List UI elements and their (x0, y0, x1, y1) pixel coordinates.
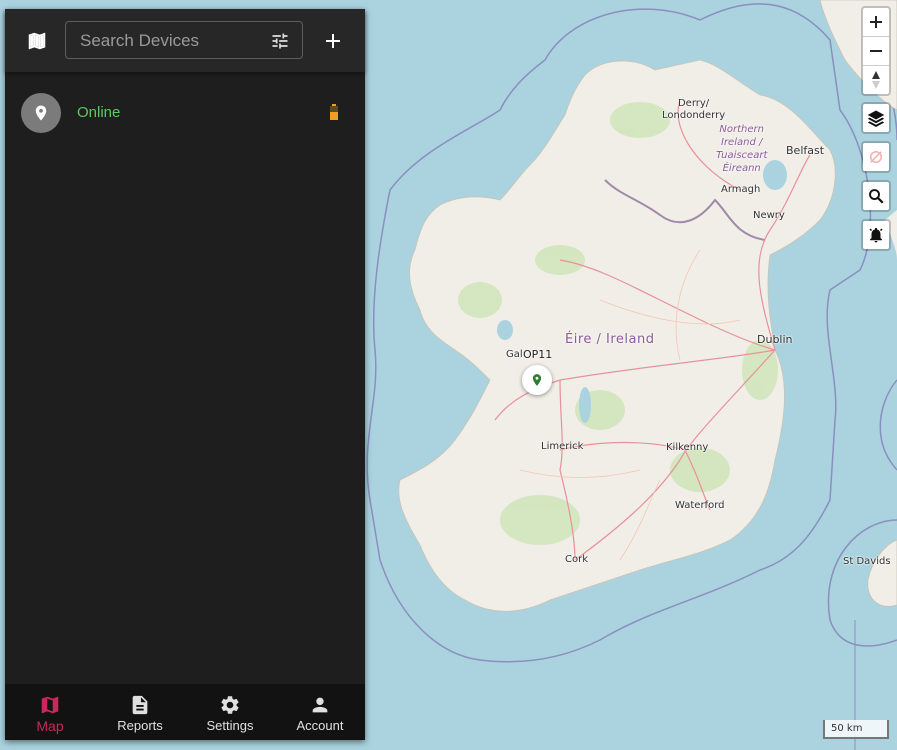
map-label-northern-ireland: Northern Ireland / Tuaisceart Éireann (716, 124, 768, 174)
notifications-button[interactable] (863, 221, 889, 249)
nav-account[interactable]: Account (275, 684, 365, 740)
gear-icon (221, 696, 239, 714)
zoom-out-button[interactable] (863, 36, 889, 65)
layers-icon (867, 110, 885, 127)
nav-account-label: Account (296, 718, 344, 733)
device-marker-label: OP11 (523, 348, 553, 361)
zoom-in-button[interactable] (863, 8, 889, 36)
layers-button[interactable] (863, 104, 889, 132)
bottom-navigation: Map Reports Settings Account (5, 684, 365, 740)
map-icon (28, 32, 46, 50)
device-status: Online (77, 104, 121, 121)
map-label-galway: Gal (506, 349, 523, 360)
map-label-derry: Derry/Londonderry (662, 98, 726, 121)
reports-icon (132, 695, 148, 715)
bell-icon (869, 227, 883, 243)
geofence-toggle-button[interactable] (863, 143, 889, 171)
device-list-item[interactable]: Online (5, 72, 365, 152)
map-label-kilkenny: Kilkenny (666, 442, 709, 453)
minus-icon (870, 50, 882, 52)
nav-map[interactable]: Map (5, 684, 95, 740)
devices-toolbar (5, 9, 365, 72)
geofence-control (861, 141, 891, 173)
nav-reports[interactable]: Reports (95, 684, 185, 740)
nav-settings-label: Settings (206, 718, 254, 733)
map-search-button[interactable] (863, 182, 889, 210)
map-label-newry: Newry (753, 210, 785, 221)
map-label-dublin: Dublin (757, 333, 793, 346)
nav-reports-label: Reports (117, 718, 163, 733)
nav-map-label: Map (36, 718, 64, 734)
location-disabled-icon (870, 151, 882, 163)
search-field (65, 21, 303, 60)
map-label-cork: Cork (565, 554, 589, 565)
map-label-waterford: Waterford (675, 500, 725, 511)
device-avatar (21, 93, 61, 133)
map-toggle-button[interactable] (23, 27, 51, 55)
add-device-button[interactable] (321, 29, 345, 53)
map-label-limerick: Limerick (541, 441, 584, 452)
account-icon (312, 697, 328, 713)
search-icon (869, 189, 884, 204)
layers-control (861, 102, 891, 134)
filter-settings-icon[interactable] (270, 31, 290, 51)
compass-button[interactable] (863, 65, 889, 94)
notifications-control (861, 219, 891, 251)
battery-icon (330, 104, 338, 120)
zoom-controls (861, 6, 891, 96)
map-scale: 50 km (823, 720, 889, 739)
device-marker[interactable] (522, 365, 552, 395)
map-label-ireland: Éire / Ireland (565, 332, 655, 347)
map-label-armagh: Armagh (721, 184, 761, 195)
map-label-st-davids: St Davids (843, 556, 891, 567)
devices-panel: Online Map Reports Settings Account (5, 9, 365, 740)
map-pin-icon (532, 374, 542, 386)
compass-icon (872, 71, 880, 89)
map-label-belfast: Belfast (786, 144, 825, 157)
nav-settings[interactable]: Settings (185, 684, 275, 740)
plus-icon (870, 16, 882, 28)
map-icon (41, 696, 59, 714)
search-control (861, 180, 891, 212)
search-input[interactable] (78, 22, 262, 60)
location-pin-icon (35, 105, 47, 121)
